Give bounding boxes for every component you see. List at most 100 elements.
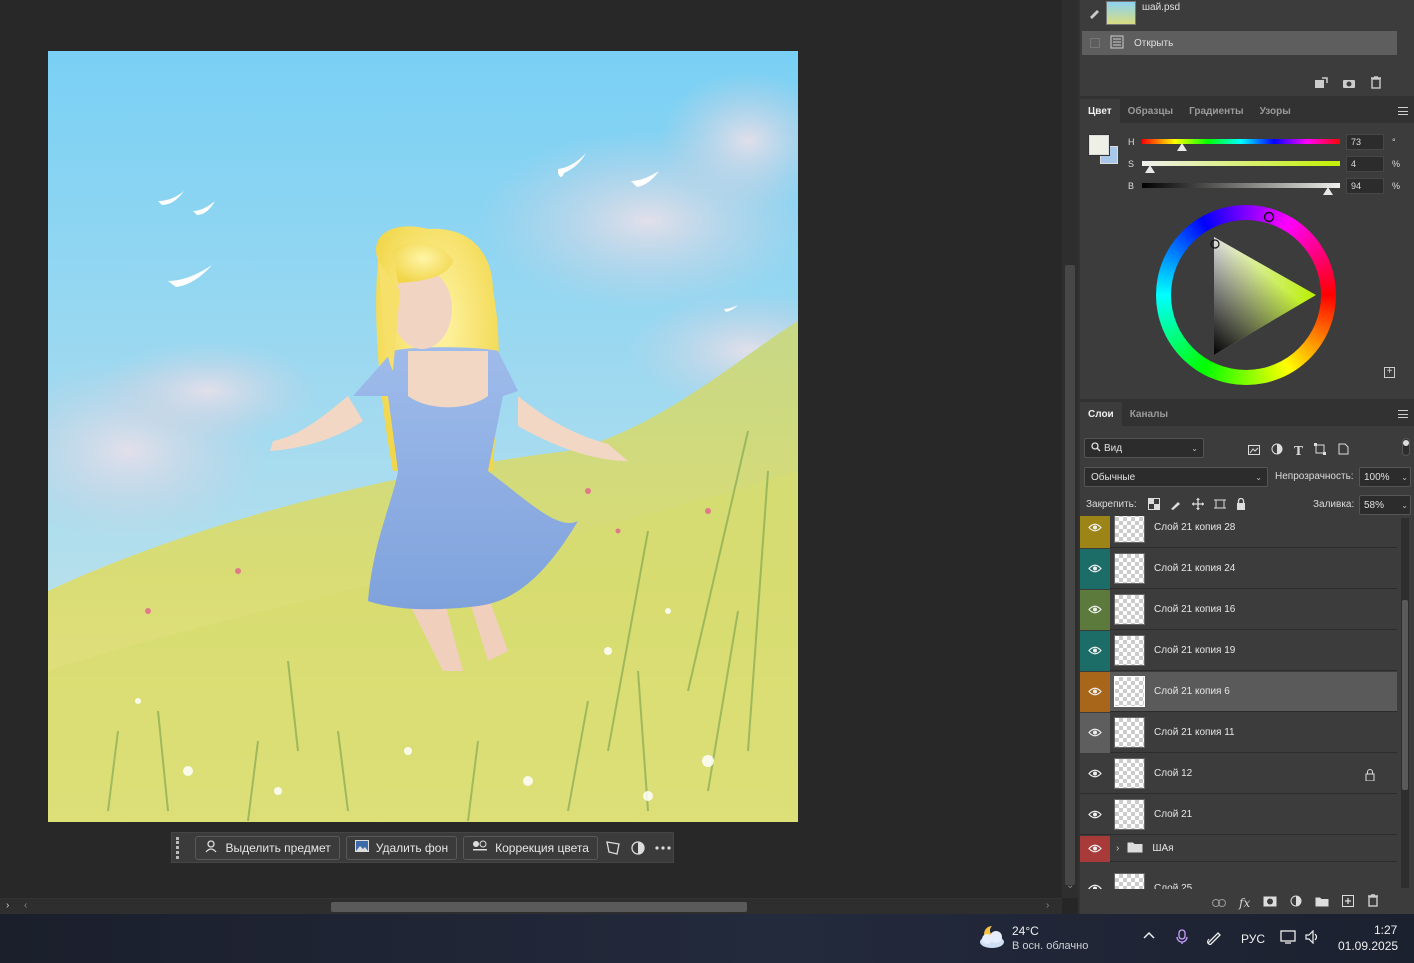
select-subject-button[interactable]: Выделить предмет [195, 835, 340, 860]
new-layer-icon[interactable] [1342, 894, 1355, 912]
adjustment-layer-icon[interactable] [1290, 894, 1302, 912]
visibility-eye-icon[interactable] [1080, 754, 1110, 794]
tab-patterns[interactable]: Узоры [1252, 99, 1299, 123]
link-layers-icon[interactable] [1212, 894, 1226, 912]
layer-row[interactable]: Слой 21 копия 11 [1080, 712, 1397, 753]
layer-style-fx-icon[interactable]: fx [1239, 896, 1250, 910]
visibility-eye-icon[interactable] [1080, 795, 1110, 835]
remove-background-button[interactable]: Удалить фон [345, 835, 458, 860]
blend-mode-select[interactable]: Обычные ⌄ [1084, 467, 1268, 487]
visibility-eye-icon[interactable] [1080, 869, 1110, 889]
volume-icon[interactable] [1305, 929, 1321, 947]
network-icon[interactable] [1280, 930, 1298, 947]
visibility-eye-icon[interactable] [1080, 589, 1110, 630]
hue-track[interactable] [1142, 139, 1340, 144]
chevron-up-icon[interactable] [1143, 928, 1155, 942]
tab-channels[interactable]: Каналы [1122, 402, 1176, 426]
visibility-eye-icon[interactable] [1080, 548, 1110, 589]
shape-filter-icon[interactable] [1313, 442, 1326, 460]
pen-icon[interactable] [1206, 929, 1222, 948]
layer-row[interactable]: Слой 21 копия 28 [1080, 516, 1397, 548]
brightness-slider[interactable]: B 94 % [1128, 178, 1414, 195]
lock-all-icon[interactable] [1236, 497, 1246, 515]
brightness-knob[interactable] [1323, 187, 1334, 195]
color-wheel[interactable] [1156, 205, 1336, 385]
tab-gradients[interactable]: Градиенты [1181, 99, 1252, 123]
layers-scrollbar[interactable] [1401, 518, 1409, 888]
saturation-knob[interactable] [1144, 165, 1155, 173]
transform-icon[interactable] [604, 837, 623, 859]
history-item[interactable]: Открыть [1082, 31, 1397, 55]
weather-icon[interactable] [978, 924, 1006, 955]
artwork-canvas[interactable] [48, 51, 798, 822]
color-correction-button[interactable]: Коррекция цвета [463, 835, 598, 860]
brightness-value[interactable]: 94 [1346, 178, 1384, 194]
lock-pixels-icon[interactable] [1170, 497, 1182, 515]
visibility-eye-icon[interactable] [1080, 712, 1110, 753]
scroll-down-icon[interactable]: ⌄ [1066, 880, 1074, 891]
saturation-track[interactable] [1142, 161, 1340, 166]
color-triangle[interactable] [1156, 205, 1336, 385]
lock-transparency-icon[interactable] [1148, 497, 1160, 515]
hue-slider[interactable]: H 73 ° [1128, 134, 1414, 151]
adjustment-filter-icon[interactable] [1271, 442, 1283, 460]
horizontal-scrollbar[interactable]: › ‹ › [0, 898, 1062, 914]
layer-row[interactable]: Слой 25 [1080, 869, 1397, 889]
weather-temperature[interactable]: 24°C [1012, 924, 1039, 938]
visibility-eye-icon[interactable] [1080, 630, 1110, 671]
panel-menu-icon[interactable] [1398, 107, 1408, 115]
tab-layers[interactable]: Слои [1080, 402, 1122, 426]
visibility-eye-icon[interactable] [1080, 671, 1110, 712]
panel-expand-icon[interactable]: › [6, 900, 9, 911]
saturation-slider[interactable]: S 4 % [1128, 156, 1414, 173]
layer-row[interactable]: Слой 21 [1080, 795, 1397, 835]
hue-knob[interactable] [1176, 143, 1187, 151]
layers-menu-icon[interactable] [1398, 410, 1408, 418]
saturation-value[interactable]: 4 [1346, 156, 1384, 172]
filter-toggle[interactable] [1402, 438, 1410, 456]
lock-artboard-icon[interactable] [1214, 497, 1226, 515]
fill-input[interactable]: 58% ⌄ [1359, 495, 1411, 515]
hue-value[interactable]: 73 [1346, 134, 1384, 150]
trash-icon[interactable] [1370, 76, 1382, 94]
layer-row[interactable]: Слой 21 копия 19 [1080, 630, 1397, 671]
clock-time[interactable]: 1:27 [1374, 923, 1397, 937]
visibility-eye-icon[interactable] [1080, 835, 1110, 862]
pixel-layer-filter-icon[interactable] [1248, 442, 1260, 460]
camera-icon[interactable] [1342, 76, 1356, 94]
mask-icon[interactable] [629, 837, 648, 859]
layer-group-row[interactable]: › ШАя [1080, 835, 1397, 862]
new-document-from-state-icon[interactable] [1314, 76, 1328, 94]
layers-scroll-thumb[interactable] [1402, 600, 1408, 790]
opacity-input[interactable]: 100% ⌄ [1359, 467, 1411, 487]
weather-description[interactable]: В осн. облачно [1012, 940, 1088, 952]
vertical-scroll-thumb[interactable] [1065, 265, 1075, 885]
layer-row[interactable]: Слой 21 копия 16 [1080, 589, 1397, 630]
vertical-scrollbar[interactable]: ⌄ [1062, 0, 1078, 898]
delete-layer-icon[interactable] [1367, 894, 1379, 912]
history-checkbox[interactable] [1090, 38, 1100, 48]
layer-row[interactable]: Слой 12 [1080, 754, 1397, 794]
drag-handle[interactable] [176, 836, 179, 859]
language-indicator[interactable]: РУС [1241, 932, 1265, 946]
smart-object-filter-icon[interactable] [1337, 442, 1349, 460]
scroll-left-icon[interactable]: ‹ [24, 900, 27, 911]
microphone-icon[interactable] [1176, 929, 1188, 948]
layer-row[interactable]: Слой 21 копия 6 [1080, 671, 1397, 712]
add-swatch-icon[interactable]: + [1384, 367, 1395, 378]
tab-swatches[interactable]: Образцы [1120, 99, 1181, 123]
new-group-icon[interactable] [1315, 894, 1329, 912]
group-expand-chevron-icon[interactable]: › [1116, 843, 1119, 854]
brightness-track[interactable] [1142, 183, 1340, 188]
type-filter-icon[interactable]: T [1294, 444, 1303, 458]
tab-color[interactable]: Цвет [1080, 99, 1120, 123]
lock-position-icon[interactable] [1192, 497, 1204, 515]
horizontal-scroll-thumb[interactable] [331, 902, 747, 912]
visibility-eye-icon[interactable] [1080, 516, 1110, 548]
layer-row[interactable]: Слой 21 копия 24 [1080, 548, 1397, 589]
add-mask-icon[interactable] [1263, 894, 1277, 912]
clock-date[interactable]: 01.09.2025 [1338, 939, 1398, 953]
layer-filter-select[interactable]: Вид ⌄ [1084, 438, 1204, 458]
history-snapshot[interactable]: шай.psd [1082, 0, 1397, 28]
scroll-right-icon[interactable]: › [1046, 900, 1049, 911]
